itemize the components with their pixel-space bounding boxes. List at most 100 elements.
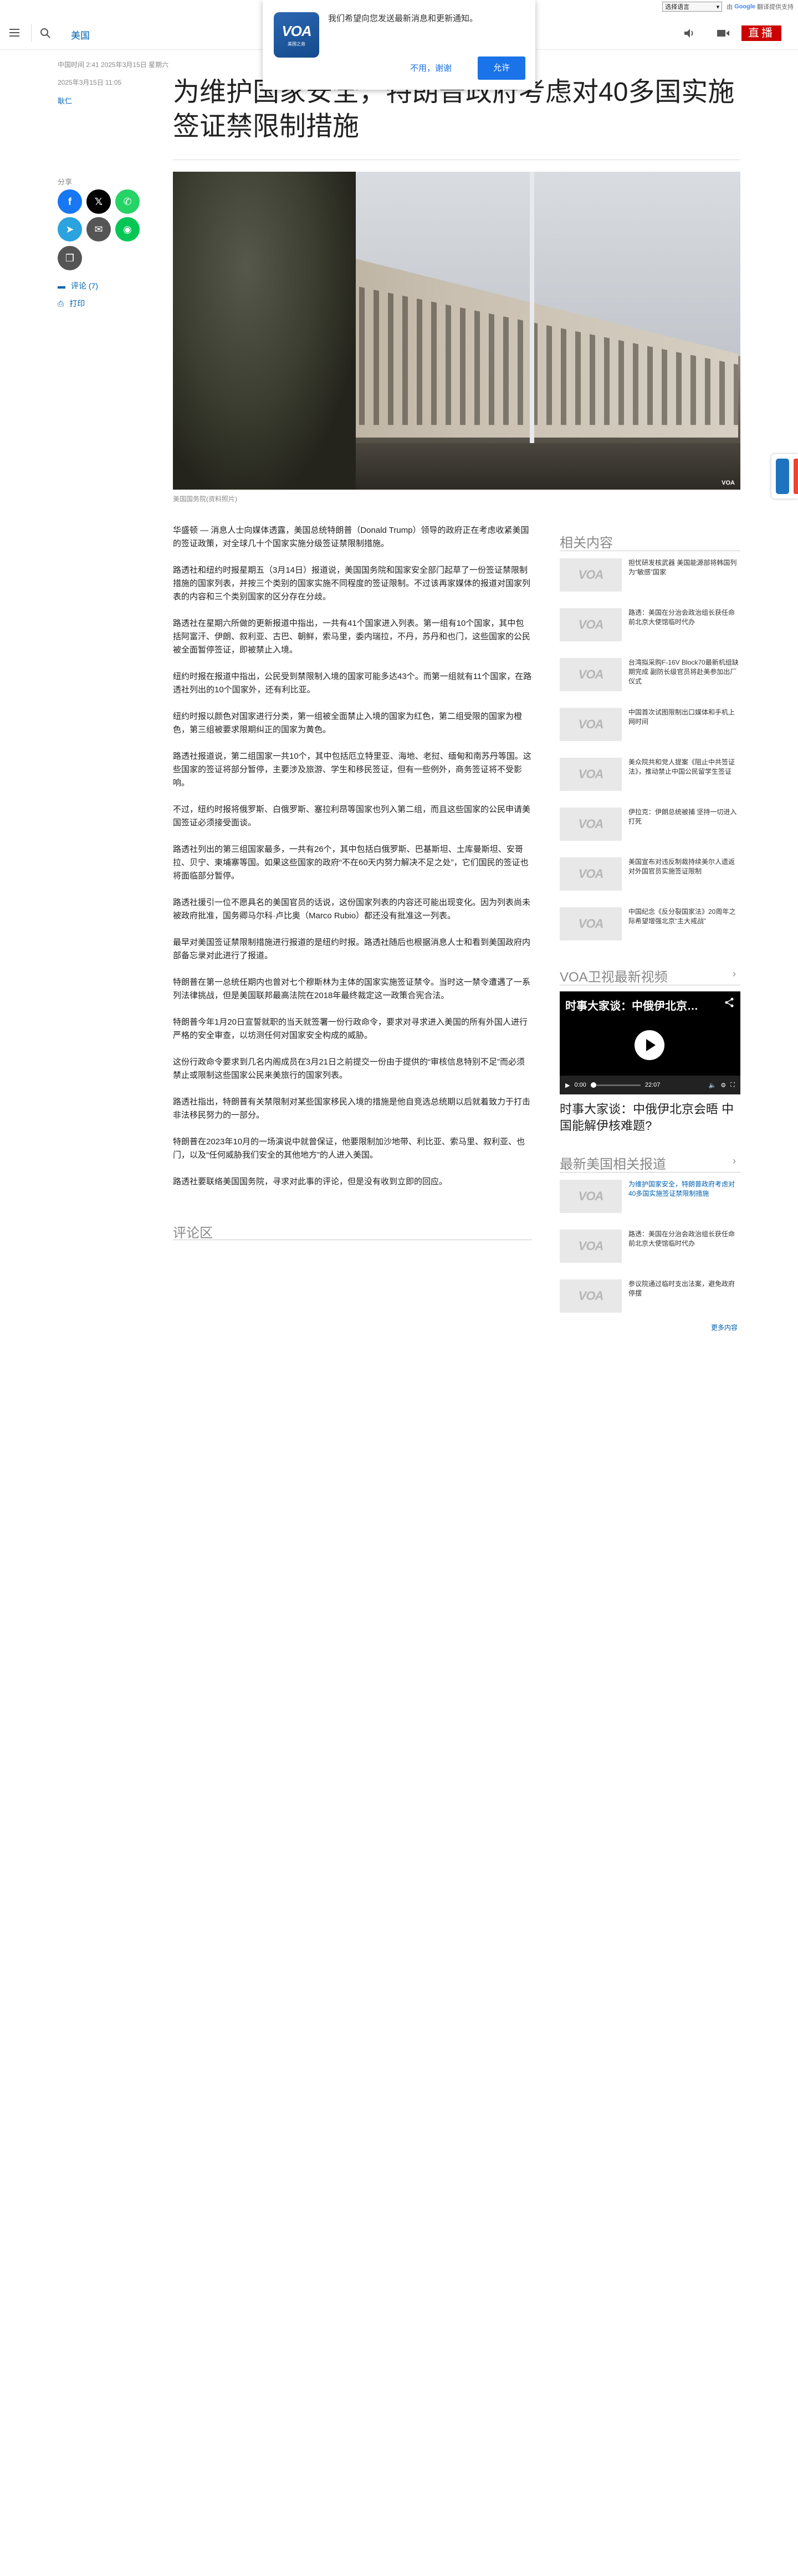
google-logo[interactable]: Google — [734, 3, 755, 10]
copy-link-icon[interactable]: ❐ — [58, 246, 82, 270]
author-link[interactable]: 耿仁 — [58, 95, 72, 106]
article-paragraph: 特朗普在第一总统任期内也曾对七个穆斯林为主体的国家实施签证禁令。当时这一禁令遭遇… — [173, 978, 531, 1000]
language-select[interactable]: 选择语言 ▾ — [662, 2, 723, 12]
translate-credit: 由 Google 翻译提供支持 — [727, 2, 794, 11]
related-item[interactable]: VOA 伊拉克：伊朗总统被捕 坚持一切进入打死 — [560, 808, 740, 846]
latest-title[interactable]: 最新美国相关报道 — [560, 1153, 666, 1173]
article-paragraph: 特朗普在2023年10月的一场演说中就曾保证，他要限制加沙地带、利比亚、索马里、… — [173, 1137, 525, 1160]
article-paragraph: 路透社列出的第三组国家最多，一共有26个，其中包括白俄罗斯、巴基斯坦、土库曼斯坦… — [173, 845, 529, 881]
hero-image: VOA — [173, 172, 740, 490]
section-link[interactable]: 美国 — [71, 28, 90, 42]
related-item[interactable]: VOA 路透：美国在分治会政治组长获任命前北京大使馆临时代办 — [560, 608, 740, 647]
print-link-label: 打印 — [69, 299, 85, 308]
thumbnail: VOA — [560, 1230, 622, 1263]
comment-icon: ▬ — [58, 281, 65, 290]
share-label: 分享 — [58, 178, 73, 186]
related-item[interactable]: VOA 美国宣布对违反制裁持续美尔人遗返对外国官员实施签证限制 — [560, 857, 740, 896]
related-item-title: 路透：美国在分治会政治组长获任命前北京大使馆临时代办 — [628, 609, 735, 626]
image-watermark: VOA — [722, 480, 735, 486]
voa-logo-subtext: 美国之音 — [288, 42, 305, 47]
translate-service-text: 翻译提供支持 — [757, 4, 794, 11]
video-controls: ▶ 0:00 22:07 🔈 ⚙ ⛶ — [560, 1076, 740, 1094]
translate-powered-text: 由 — [727, 4, 733, 11]
related-item-title: 台湾拟采购F-16V Block70最新机组缺期完成 副防长级官员将赴美参加出厂… — [628, 659, 739, 685]
menu-button[interactable] — [8, 27, 21, 40]
video-caption[interactable]: 时事大家谈：中俄伊北京会晤 中国能解伊核难题? — [560, 1101, 740, 1134]
chevron-right-icon[interactable]: › — [733, 968, 736, 980]
related-item[interactable]: VOA 中国纪念《反分裂国家法》20周年之际希望增强北京“主大戒战” — [560, 907, 740, 946]
fullscreen-icon[interactable]: ⛶ — [730, 1082, 735, 1089]
article-paragraph: 纽约时报以颜色对国家进行分类，第一组被全面禁止入境的国家为红色，第二组受限的国家… — [173, 712, 523, 734]
image-caption: 美国国务院(资料照片) — [173, 495, 237, 503]
play-icon[interactable]: ▶ — [565, 1082, 570, 1089]
line-share-icon[interactable]: ◉ — [115, 217, 140, 241]
hero-flagpole — [530, 172, 534, 490]
thumbnail: VOA — [560, 1180, 622, 1213]
live-button[interactable]: 直播 — [741, 25, 781, 41]
article-paragraph: 路透社要联络美国国务院，寻求对此事的评论，但是没有收到立即的回应。 — [173, 1177, 448, 1186]
video-total-time: 22:07 — [644, 1082, 661, 1088]
comments-section-title: 评论区 — [173, 1226, 213, 1241]
video-current-time: 0:00 — [574, 1082, 586, 1088]
thumbnail: VOA — [560, 907, 622, 940]
related-title: 相关内容 — [560, 536, 613, 551]
allow-button[interactable]: 允许 — [478, 56, 525, 80]
progress-knob[interactable] — [590, 1082, 596, 1088]
related-item-title: 中国首次试图限制出口媒体和手机上网时间 — [628, 708, 735, 726]
telegram-share-icon[interactable]: ➤ — [58, 217, 82, 241]
video-section-title[interactable]: VOA卫视最新视频 — [560, 966, 668, 985]
notification-prompt: VOA 美国之音 我们希望向您发送最新消息和更新通知。 不用，谢谢 允许 — [263, 0, 535, 90]
article-paragraph: 路透社在星期六所做的更新报道中指出，一共有41个国家进入列表。第一组有10个国家… — [173, 619, 531, 655]
article-paragraph: 最早对美国签证禁限制措施进行报道的是纽约时报。路透社随后也根据消息人士和看到美国… — [173, 938, 531, 960]
decline-button[interactable]: 不用，谢谢 — [410, 62, 452, 74]
article-paragraph: 路透社援引一位不愿具名的美国官员的话说，这份国家列表的内容还可能出现变化。因为列… — [173, 898, 531, 921]
related-item-title: 伊拉克：伊朗总统被捕 坚持一切进入打死 — [628, 808, 737, 825]
related-item-title: 美众院共和党人提案《阻止中共签证法》，推动禁止中国公民留学生签证 — [628, 758, 735, 775]
thumbnail: VOA — [560, 808, 622, 841]
latest-item[interactable]: VOA 为维护国家安全，特朗普政府考虑对40多国实施签证禁限制措施 — [560, 1180, 740, 1218]
latest-item-title: 参议院通过临时支出法案，避免政府停摆 — [628, 1280, 735, 1297]
video-overlay-title: 时事大家谈：中俄伊北京… — [565, 1000, 698, 1012]
latest-item-title: 为维护国家安全，特朗普政府考虑对40多国实施签证禁限制措施 — [628, 1180, 735, 1197]
comments-link[interactable]: ▬ 评论 (7) — [58, 280, 98, 291]
whatsapp-share-icon[interactable]: ✆ — [115, 189, 140, 214]
thumbnail: VOA — [560, 758, 622, 791]
related-item[interactable]: VOA 担忧研发核武器 美国能源部将韩国列为“敏感”国家 — [560, 558, 740, 597]
voa-logo: VOA 美国之音 — [274, 12, 319, 58]
search-icon[interactable] — [39, 27, 52, 40]
related-item-title: 中国纪念《反分裂国家法》20周年之际希望增强北京“主大戒战” — [628, 908, 736, 925]
facebook-share-icon[interactable]: f — [58, 189, 82, 214]
play-button[interactable] — [635, 1030, 664, 1060]
side-widget-tab[interactable] — [771, 454, 798, 498]
related-item[interactable]: VOA 台湾拟采购F-16V Block70最新机组缺期完成 副防长级官员将赴美… — [560, 658, 740, 697]
latest-item[interactable]: VOA 参议院通过临时支出法案，避免政府停摆 — [560, 1279, 740, 1318]
related-item-title: 美国宣布对违反制裁持续美尔人遗返对外国官员实施签证限制 — [628, 858, 735, 875]
updated-date: 2025年3月15日 11:05 — [58, 79, 122, 86]
language-select-label: 选择语言 — [665, 4, 690, 11]
article-paragraph: 不过，纽约时报将俄罗斯、白俄罗斯、塞拉利昂等国家也列入第二组，而且这些国家的公民… — [173, 805, 531, 827]
article-paragraph: 路透社和纽约时报星期五（3月14日）报道说，美国国务院和国家安全部门起草了一份签… — [173, 565, 531, 601]
email-share-icon[interactable]: ✉ — [86, 217, 111, 241]
related-item-title: 担忧研发核武器 美国能源部将韩国列为“敏感”国家 — [628, 559, 737, 576]
thumbnail: VOA — [560, 857, 622, 891]
video-progress-bar[interactable] — [590, 1082, 641, 1088]
notification-message: 我们希望向您发送最新消息和更新通知。 — [328, 14, 478, 23]
voa-logo-text: VOA — [282, 23, 311, 39]
share-icon[interactable] — [724, 997, 735, 1008]
video-icon[interactable] — [716, 27, 730, 39]
more-content-link[interactable]: 更多内容 — [711, 1323, 738, 1332]
video-player[interactable]: 时事大家谈：中俄伊北京… ▶ 0:00 22:07 🔈 ⚙ ⛶ — [560, 991, 740, 1094]
latest-item-title: 路透：美国在分治会政治组长获任命前北京大使馆临时代办 — [628, 1230, 735, 1247]
audio-icon[interactable] — [683, 27, 696, 39]
latest-item[interactable]: VOA 路透：美国在分治会政治组长获任命前北京大使馆临时代办 — [560, 1230, 740, 1268]
volume-icon[interactable]: 🔈 — [709, 1082, 717, 1089]
print-link[interactable]: ⎙ 打印 — [58, 298, 85, 309]
article-paragraph: 路透社指出，特朗普有关禁限制对某些国家移民入境的措施是他自竞选总统期以后就着致力… — [173, 1097, 531, 1120]
article-paragraph: 华盛顿 — 消息人士向媒体透露，美国总统特朗普（Donald Trump）领导的… — [173, 526, 529, 548]
related-item[interactable]: VOA 美众院共和党人提案《阻止中共签证法》，推动禁止中国公民留学生签证 — [560, 758, 740, 796]
related-item[interactable]: VOA 中国首次试图限制出口媒体和手机上网时间 — [560, 708, 740, 747]
hero-trees — [173, 172, 356, 490]
x-share-icon[interactable]: 𝕏 — [86, 189, 111, 214]
settings-gear-icon[interactable]: ⚙ — [720, 1082, 726, 1089]
chevron-right-icon[interactable]: › — [733, 1155, 736, 1167]
